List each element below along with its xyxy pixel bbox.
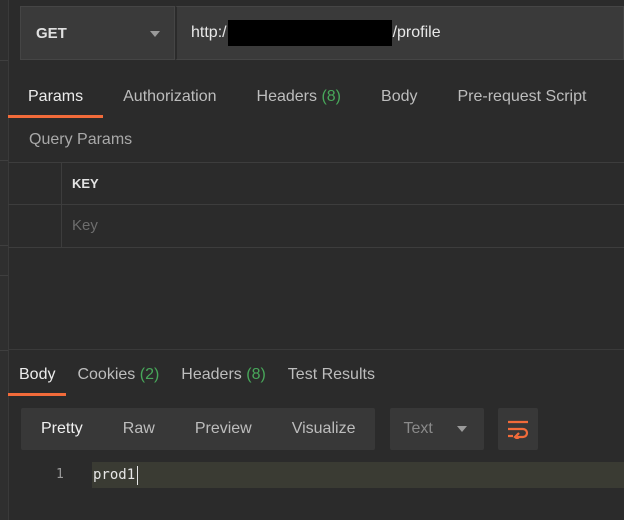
view-raw-button[interactable]: Raw	[103, 408, 175, 450]
tab-body[interactable]: Body	[361, 78, 437, 116]
tab-count-badge: (2)	[139, 366, 160, 383]
tab-response-headers[interactable]: Headers (8)	[170, 356, 277, 394]
response-toolbar: Pretty Raw Preview Visualize Text	[21, 408, 539, 450]
tab-label: Cookies	[77, 366, 136, 383]
response-body-text[interactable]: prod1	[93, 462, 135, 488]
tab-count-badge: (8)	[321, 88, 342, 105]
tab-label: Pre-request Script	[457, 88, 587, 105]
tab-headers[interactable]: Headers (8)	[237, 78, 362, 116]
view-visualize-button[interactable]: Visualize	[272, 408, 376, 450]
tab-response-body[interactable]: Body	[8, 356, 67, 396]
tab-label: Authorization	[123, 88, 217, 105]
table-header-row: KEY	[8, 163, 624, 205]
query-params-table: KEY Key	[8, 162, 624, 248]
tab-pre-request-script[interactable]: Pre-request Script	[437, 78, 586, 116]
tab-label: Headers	[181, 366, 242, 383]
tab-label: Body	[381, 88, 418, 105]
tab-label: Params	[28, 88, 84, 105]
chevron-down-icon	[457, 426, 468, 432]
tab-authorization[interactable]: Authorization	[103, 78, 236, 116]
url-redaction	[227, 20, 392, 46]
view-preview-button[interactable]: Preview	[175, 408, 272, 450]
url-input[interactable]: http:/ /profile	[175, 6, 624, 60]
key-input[interactable]: Key	[72, 205, 98, 247]
tab-cookies[interactable]: Cookies (2)	[66, 356, 170, 394]
url-suffix: /profile	[392, 24, 441, 41]
postman-window: GET http:/ /profile Params Authorization…	[0, 0, 624, 520]
line-number: 1	[56, 467, 64, 482]
method-select[interactable]: GET	[20, 6, 175, 60]
url-prefix: http:/	[191, 24, 227, 41]
active-line-highlight	[92, 462, 624, 488]
view-mode-group: Pretty Raw Preview Visualize	[21, 408, 376, 450]
tab-params[interactable]: Params	[8, 78, 104, 118]
chevron-down-icon	[150, 31, 160, 37]
text-cursor	[137, 466, 138, 485]
wrap-lines-button[interactable]	[498, 408, 539, 450]
format-value: Text	[403, 420, 433, 437]
request-bar: GET http:/ /profile	[20, 6, 624, 60]
response-body-line: 1 prod1	[8, 462, 624, 488]
wrap-lines-icon	[508, 420, 529, 439]
method-value: GET	[36, 24, 67, 42]
request-tabs: Params Authorization Headers (8) Body Pr…	[8, 78, 624, 120]
tab-label: Test Results	[287, 366, 375, 383]
tab-test-results[interactable]: Test Results	[277, 356, 386, 394]
tab-label: Body	[19, 366, 56, 383]
view-pretty-button[interactable]: Pretty	[21, 408, 103, 450]
table-row: Key	[8, 205, 624, 247]
tab-count-badge: (8)	[246, 366, 266, 383]
pane-divider[interactable]	[8, 349, 624, 350]
query-params-label: Query Params	[29, 131, 133, 148]
response-tabs: Body Cookies (2) Headers (8) Test Result…	[8, 356, 386, 396]
tab-label: Headers	[256, 88, 317, 105]
key-column-header: KEY	[72, 176, 99, 191]
format-select[interactable]: Text	[390, 408, 485, 450]
